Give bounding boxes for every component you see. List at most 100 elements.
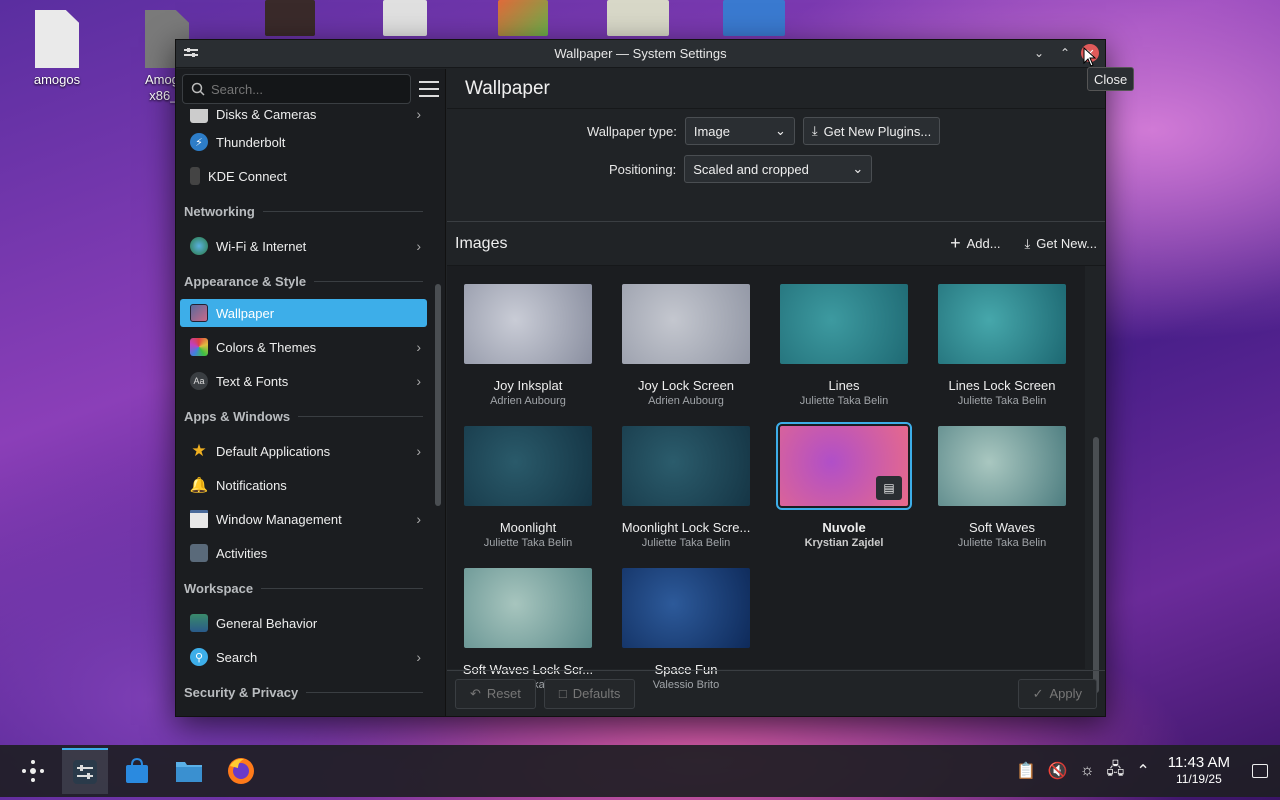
font-icon: Aa [190,372,208,390]
open-folder-icon[interactable]: ▤ [876,476,902,500]
desktop-document-icon[interactable] [383,0,427,36]
disk-icon [190,109,208,123]
volume-muted-icon[interactable]: 🔇 [1048,761,1068,781]
chevron-down-icon: ⌄ [852,161,864,176]
sidebar: Disks & Cameras › ⚡ Thunderbolt KDE Conn… [176,69,446,716]
network-icon[interactable]: 🖧 [1106,758,1124,785]
undo-icon: ↶ [470,685,481,701]
wallpaper-icon [190,304,208,322]
sidebar-item-wifi-internet[interactable]: Wi-Fi & Internet › [180,229,427,263]
sidebar-item-disks-cameras[interactable]: Disks & Cameras › [180,109,427,125]
wallpaper-tile[interactable]: Moonlight Lock Scre... Juliette Taka Beli… [611,426,761,549]
wallpaper-thumbnail [622,284,750,364]
wallpaper-author: Krystian Zajdel [804,537,884,549]
minimize-button[interactable]: ⌄ [1029,43,1049,63]
clock-date: 11/19/25 [1175,772,1222,786]
section-header-networking: Networking [176,193,431,229]
maximize-button[interactable]: ⌃ [1055,43,1075,63]
hamburger-menu-icon[interactable] [419,81,439,97]
chevron-right-icon: › [416,511,421,527]
section-header-appearance: Appearance & Style [176,263,431,299]
launcher-icon [22,760,44,782]
settings-app-icon[interactable] [182,45,200,63]
desktop-image-icon-2[interactable] [723,0,785,36]
show-desktop-icon[interactable] [1252,764,1268,778]
sidebar-item-thunderbolt[interactable]: ⚡ Thunderbolt [180,125,427,159]
images-heading: Images [455,234,508,252]
reset-button[interactable]: ↶ Reset [455,678,536,709]
sidebar-item-text-fonts[interactable]: Aa Text & Fonts › [180,364,427,398]
desktop-image-icon[interactable] [607,0,669,36]
checkmark-icon: ✓ [1032,685,1044,701]
section-header-security-privacy: Security & Privacy [176,674,431,710]
defaults-button[interactable]: □ Defaults [543,678,636,709]
sidebar-list: Disks & Cameras › ⚡ Thunderbolt KDE Conn… [176,109,431,716]
sidebar-item-notifications[interactable]: 🔔 Notifications [180,468,427,502]
sidebar-item-label: Colors & Themes [216,339,317,355]
clipboard-icon[interactable]: 📋 [1016,761,1036,781]
desktop-icon-label: amogos [33,72,81,87]
sidebar-item-colors-themes[interactable]: Colors & Themes › [180,330,427,364]
system-settings-window: Wallpaper — System Settings ⌄ ⌃ ✕ Disks … [175,39,1106,717]
wallpaper-thumbnail [938,426,1066,506]
wallpaper-tile[interactable]: Joy Lock Screen Adrien Aubourg [611,284,761,407]
apply-button[interactable]: ✓ Apply [1017,678,1097,709]
wallpaper-name: Moonlight Lock Scre... [621,520,751,535]
window-titlebar[interactable]: Wallpaper — System Settings ⌄ ⌃ ✕ [176,40,1105,68]
taskbar-discover[interactable] [114,748,160,794]
application-launcher-button[interactable] [10,748,56,794]
wallpaper-author: Juliette Taka Belin [483,537,573,549]
sidebar-item-default-applications[interactable]: ★ Default Applications › [180,434,427,468]
sidebar-item-label: Text & Fonts [216,373,289,389]
sidebar-scrollbar[interactable] [435,284,441,506]
taskbar-dolphin[interactable] [166,748,212,794]
wallpaper-tile[interactable]: Joy Inksplat Adrien Aubourg [453,284,603,407]
palette-icon [190,338,208,356]
add-image-button[interactable]: + Add... [950,233,1000,254]
sidebar-item-general-behavior[interactable]: General Behavior [180,606,427,640]
wallpaper-author: Juliette Taka Belin [957,537,1047,549]
page-title: Wallpaper [447,69,1105,109]
wallpaper-tile[interactable]: Moonlight Juliette Taka Belin [453,426,603,549]
shopping-bag-icon [126,757,148,783]
search-icon [191,82,205,96]
grid-scrollbar[interactable] [1093,437,1099,693]
wallpaper-thumbnail [464,284,592,364]
firefox-icon [228,758,254,784]
file-icon [35,10,79,68]
clock[interactable]: 11:43 AM 11/19/25 [1168,755,1230,787]
phone-icon [190,167,200,185]
get-new-plugins-button[interactable]: ⤓ Get New Plugins... [802,117,941,145]
search-field[interactable] [182,74,411,104]
chevron-right-icon: › [416,443,421,459]
desktop-package-icon[interactable] [498,0,548,36]
wallpaper-tile[interactable]: Lines Lock Screen Juliette Taka Belin [927,284,1077,407]
wallpaper-tile[interactable]: ▤ Nuvole Krystian Zajdel [769,422,919,549]
sidebar-item-search[interactable]: ⚲ Search › [180,640,427,674]
wallpaper-tile[interactable]: Lines Juliette Taka Belin [769,284,919,407]
window-title: Wallpaper — System Settings [554,46,727,61]
positioning-dropdown[interactable]: Scaled and cropped ⌄ [684,155,873,183]
sidebar-item-kde-connect[interactable]: KDE Connect [180,159,427,193]
sidebar-item-window-management[interactable]: Window Management › [180,502,427,536]
desktop-photo-icon[interactable] [265,0,315,36]
taskbar-firefox[interactable] [218,748,264,794]
wallpaper-tile[interactable]: Soft Waves Juliette Taka Belin [927,426,1077,549]
desktop-icon-amogos[interactable]: amogos [12,10,102,88]
brightness-icon[interactable]: ☼ [1080,762,1095,780]
chevron-up-icon[interactable]: ⌃ [1136,761,1149,781]
sidebar-item-activities[interactable]: Activities [180,536,427,570]
chevron-right-icon: › [416,373,421,389]
globe-icon [190,237,208,255]
wallpaper-type-dropdown[interactable]: Image ⌄ [684,117,795,145]
search-input[interactable] [211,81,391,97]
section-header-workspace: Workspace [176,570,431,606]
get-new-wallpapers-button[interactable]: ⤓ Get New... [1025,236,1097,252]
wallpaper-author: Adrien Aubourg [490,395,566,407]
chevron-right-icon: › [416,339,421,355]
sidebar-item-wallpaper[interactable]: Wallpaper [180,299,427,327]
taskbar-system-settings[interactable] [62,748,108,794]
sidebar-item-label: Notifications [216,477,287,493]
reset-label: Reset [486,686,521,701]
sidebar-item-label: Activities [216,545,268,561]
